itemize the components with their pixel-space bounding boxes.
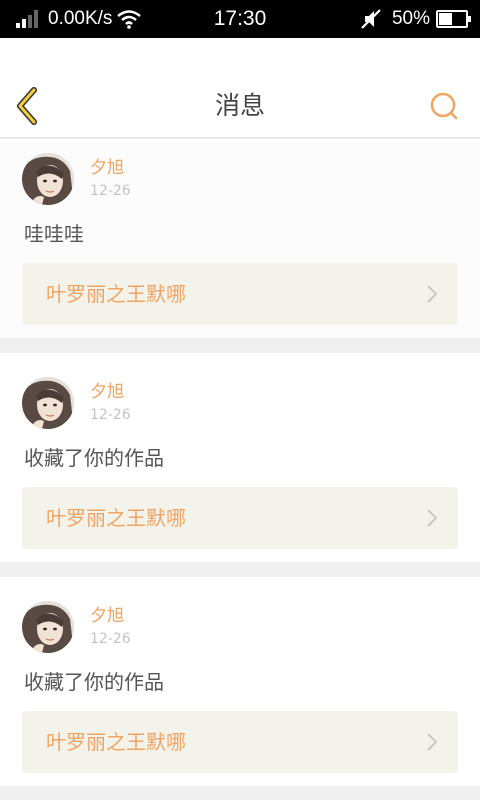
avatar[interactable] (22, 377, 74, 429)
user-name[interactable]: 夕旭 (90, 605, 124, 627)
message-card[interactable]: 夕旭 12-26 哇哇哇 叶罗丽之王默哪 (0, 139, 480, 338)
message-card[interactable]: 夕旭 12-26 收藏了你的作品 叶罗丽之王默哪 (0, 353, 480, 562)
chevron-right-icon (427, 285, 438, 303)
work-link[interactable]: 叶罗丽之王默哪 (22, 263, 458, 325)
battery-level (439, 13, 452, 25)
message-card[interactable]: 夕旭 12-26 收藏了你的作品 叶罗丽之王默哪 (0, 577, 480, 786)
work-link[interactable]: 叶罗丽之王默哪 (22, 487, 458, 549)
chevron-right-icon (427, 733, 438, 751)
work-link[interactable]: 叶罗丽之王默哪 (22, 711, 458, 773)
message-text: 收藏了你的作品 (24, 670, 164, 694)
work-title: 叶罗丽之王默哪 (46, 506, 186, 530)
chevron-right-icon (427, 509, 438, 527)
page-title: 消息 (214, 91, 265, 120)
message-text: 哇哇哇 (24, 222, 84, 246)
battery-icon (436, 10, 471, 28)
battery-percent: 50% (391, 8, 430, 29)
status-bar: 0.00K/s 17:30 50% (0, 0, 480, 38)
nav-bar: 消息 (0, 38, 480, 138)
user-name[interactable]: 夕旭 (90, 157, 124, 179)
mute-icon (361, 9, 381, 29)
message-date: 12-26 (90, 183, 131, 199)
message-date: 12-26 (90, 407, 131, 423)
avatar[interactable] (22, 601, 74, 653)
message-text: 收藏了你的作品 (24, 446, 164, 470)
message-date: 12-26 (90, 631, 131, 647)
status-right: 50% (360, 8, 471, 30)
work-title: 叶罗丽之王默哪 (46, 282, 186, 306)
search-icon[interactable] (428, 90, 460, 122)
avatar[interactable] (22, 153, 74, 205)
work-title: 叶罗丽之王默哪 (46, 730, 186, 754)
user-name[interactable]: 夕旭 (90, 381, 124, 403)
